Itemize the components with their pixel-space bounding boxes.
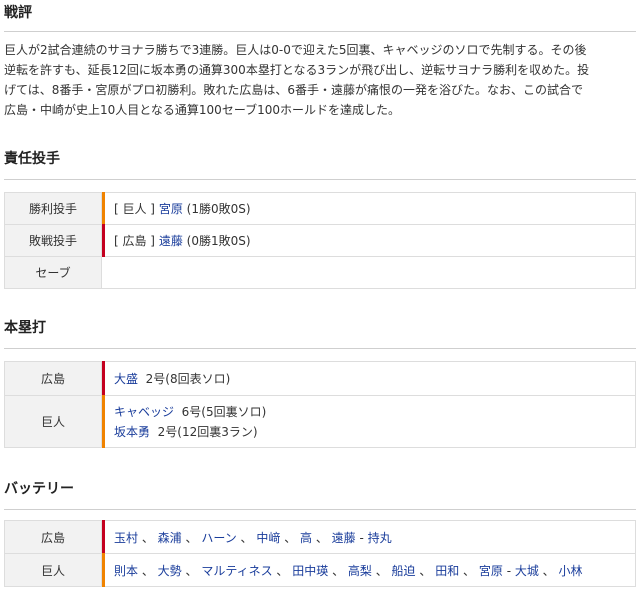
- battery-separator: 、: [181, 530, 202, 545]
- game-review-text: 巨人が2試合連続のサヨナラ勝ちで3連勝。巨人は0-0で迎えた5回裏、キャベッジの…: [4, 40, 636, 120]
- save-pitcher-value: [101, 256, 636, 289]
- loss-pitcher-team: [ 広島 ]: [114, 234, 155, 248]
- giants-battery-label: 巨人: [4, 553, 102, 587]
- battery-player-link[interactable]: 持丸: [368, 531, 392, 545]
- battery-player-link[interactable]: 大勢: [158, 564, 182, 578]
- homerun-entry: キャベッジ 6号(5回裏ソロ): [114, 402, 635, 422]
- battery-separator: 、: [138, 530, 158, 545]
- giants-color-bar: [102, 553, 105, 587]
- review-line-2: 逆転を許すも、延長12回に坂本勇の通算300本塁打となる3ランが飛び出し、逆転サ…: [4, 63, 590, 77]
- loss-pitcher-record: (0勝1敗0S): [186, 234, 251, 248]
- win-pitcher-team: [ 巨人 ]: [114, 202, 155, 216]
- win-pitcher-value: [ 巨人 ] 宮原 (1勝0敗0S): [101, 192, 636, 225]
- battery-player-link[interactable]: 田中瑛: [292, 564, 328, 578]
- loss-pitcher-row: 敗戦投手 [ 広島 ] 遠藤 (0勝1敗0S): [4, 224, 636, 257]
- battery-separator: 、: [138, 563, 158, 578]
- pitchers-heading: 責任投手: [4, 151, 60, 167]
- giants-battery-value: 則本 、 大勢 、 マルティネス 、 田中瑛 、 高梨 、 船迫 、 田和 、 …: [101, 553, 636, 587]
- battery-heading: バッテリー: [4, 481, 74, 497]
- battery-separator: 、: [415, 563, 436, 578]
- review-heading: 戦評: [4, 5, 32, 21]
- hiroshima-battery-value: 玉村 、 森浦 、 ハーン 、 中﨑 、 高 、 遠藤 - 持丸: [101, 520, 636, 554]
- giants-homerun-value: キャベッジ 6号(5回裏ソロ) 坂本勇 2号(12回裏3ラン): [101, 395, 636, 448]
- battery-separator: 、: [328, 563, 348, 578]
- battery-player-link[interactable]: 遠藤: [332, 531, 356, 545]
- homerun-entry: 大盛 2号(8回表ソロ): [114, 369, 635, 389]
- homeruns-heading: 本塁打: [4, 320, 46, 336]
- hiroshima-color-bar: [102, 224, 105, 257]
- battery-separator: 、: [236, 530, 257, 545]
- hiroshima-homerun-value: 大盛 2号(8回表ソロ): [101, 361, 636, 396]
- loss-pitcher-link[interactable]: 遠藤: [159, 234, 183, 248]
- battery-player-link[interactable]: 高: [300, 531, 312, 545]
- hiroshima-homerun-label: 広島: [4, 361, 102, 396]
- review-line-4: 広島・中崎が史上10人目となる通算100セーブ100ホールドを達成した。: [4, 103, 401, 117]
- save-pitcher-label: セーブ: [4, 256, 102, 289]
- hiroshima-battery-list: 玉村 、 森浦 、 ハーン 、 中﨑 、 高 、 遠藤 - 持丸: [114, 531, 392, 545]
- homerun-detail: 2号(12回裏3ラン): [157, 424, 258, 439]
- battery-separator: -: [355, 530, 368, 545]
- giants-color-bar: [102, 192, 105, 225]
- homerun-player-link[interactable]: 坂本勇: [114, 425, 150, 439]
- homerun-detail: 2号(8回表ソロ): [145, 371, 231, 386]
- battery-separator: 、: [371, 563, 392, 578]
- battery-separator: 、: [280, 530, 301, 545]
- battery-player-link[interactable]: ハーン: [201, 531, 236, 545]
- win-pitcher-link[interactable]: 宮原: [159, 202, 183, 216]
- giants-color-bar: [102, 395, 105, 448]
- battery-separator: 、: [312, 530, 332, 545]
- hiroshima-color-bar: [102, 361, 105, 396]
- homeruns-table: 広島 大盛 2号(8回表ソロ) 巨人 キャベッジ 6号(5回裏ソロ) 坂本勇 2号…: [4, 361, 636, 448]
- win-pitcher-row: 勝利投手 [ 巨人 ] 宮原 (1勝0敗0S): [4, 192, 636, 225]
- battery-separator: 、: [459, 563, 479, 578]
- homerun-entry: 坂本勇 2号(12回裏3ラン): [114, 422, 635, 442]
- hiroshima-homerun-list: 大盛 2号(8回表ソロ): [114, 369, 635, 389]
- homeruns-heading-rule: [4, 348, 636, 349]
- homerun-detail: 6号(5回裏ソロ): [181, 404, 267, 419]
- giants-homerun-label: 巨人: [4, 395, 102, 448]
- battery-player-link[interactable]: 宮原: [479, 564, 503, 578]
- hiroshima-color-bar: [102, 520, 105, 554]
- battery-player-link[interactable]: 大城: [515, 564, 539, 578]
- battery-player-link[interactable]: 高梨: [348, 564, 372, 578]
- battery-separator: 、: [272, 563, 293, 578]
- win-pitcher-label: 勝利投手: [4, 192, 102, 225]
- battery-separator: 、: [538, 563, 559, 578]
- battery-player-link[interactable]: 船迫: [392, 564, 416, 578]
- win-pitcher-record: (1勝0敗0S): [186, 202, 251, 216]
- responsible-pitchers-table: 勝利投手 [ 巨人 ] 宮原 (1勝0敗0S) 敗戦投手 [ 広島 ] 遠藤 (…: [4, 192, 636, 289]
- giants-battery-list: 則本 、 大勢 、 マルティネス 、 田中瑛 、 高梨 、 船迫 、 田和 、 …: [114, 564, 583, 578]
- battery-player-link[interactable]: 玉村: [114, 531, 138, 545]
- battery-player-link[interactable]: 中﨑: [256, 531, 280, 545]
- review-line-1: 巨人が2試合連続のサヨナラ勝ちで3連勝。巨人は0-0で迎えた5回裏、キャベッジの…: [4, 43, 587, 57]
- battery-player-link[interactable]: 森浦: [158, 531, 182, 545]
- battery-separator: -: [502, 563, 515, 578]
- hiroshima-battery-row: 広島 玉村 、 森浦 、 ハーン 、 中﨑 、 高 、 遠藤 - 持丸: [4, 520, 636, 554]
- hiroshima-battery-label: 広島: [4, 520, 102, 554]
- review-heading-rule: [4, 31, 636, 32]
- hiroshima-homerun-row: 広島 大盛 2号(8回表ソロ): [4, 361, 636, 396]
- loss-pitcher-label: 敗戦投手: [4, 224, 102, 257]
- review-line-3: げては、8番手・宮原がプロ初勝利。敗れた広島は、6番手・遠藤が痛恨の一発を浴びた…: [4, 83, 584, 97]
- loss-pitcher-value: [ 広島 ] 遠藤 (0勝1敗0S): [101, 224, 636, 257]
- homerun-player-link[interactable]: キャベッジ: [114, 405, 174, 419]
- giants-homerun-row: 巨人 キャベッジ 6号(5回裏ソロ) 坂本勇 2号(12回裏3ラン): [4, 395, 636, 448]
- pitchers-heading-rule: [4, 179, 636, 180]
- giants-homerun-list: キャベッジ 6号(5回裏ソロ) 坂本勇 2号(12回裏3ラン): [114, 402, 635, 442]
- battery-player-link[interactable]: 田和: [435, 564, 459, 578]
- battery-player-link[interactable]: 小林: [559, 564, 583, 578]
- battery-heading-rule: [4, 509, 636, 510]
- battery-separator: 、: [181, 563, 202, 578]
- homerun-player-link[interactable]: 大盛: [114, 372, 138, 386]
- battery-player-link[interactable]: マルティネス: [201, 564, 272, 578]
- giants-battery-row: 巨人 則本 、 大勢 、 マルティネス 、 田中瑛 、 高梨 、 船迫 、 田和…: [4, 553, 636, 587]
- battery-table: 広島 玉村 、 森浦 、 ハーン 、 中﨑 、 高 、 遠藤 - 持丸 巨人 則…: [4, 520, 636, 587]
- battery-player-link[interactable]: 則本: [114, 564, 138, 578]
- save-pitcher-row: セーブ: [4, 256, 636, 289]
